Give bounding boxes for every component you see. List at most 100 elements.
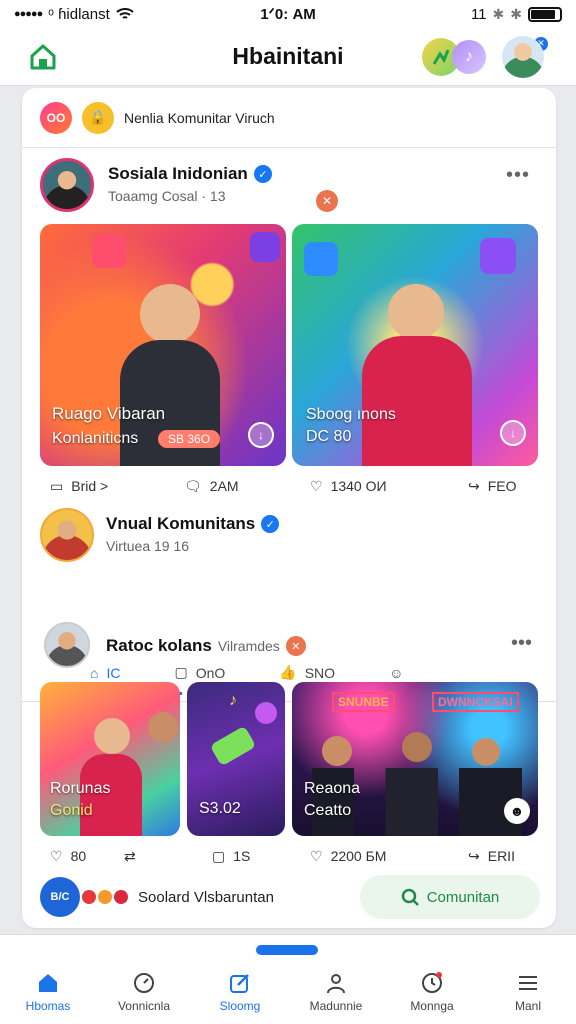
share-icon[interactable]: ↓: [500, 420, 526, 446]
post-image-3[interactable]: SNUNBE DWNNCKSAI Reaona Ceatto ☻: [292, 682, 538, 836]
author-name[interactable]: Sosiala Inidonian: [108, 164, 248, 184]
comment-action[interactable]: ▢ 1S: [212, 848, 250, 865]
person-figure: [388, 284, 444, 340]
verified-icon: ✓: [253, 165, 272, 183]
crowd-figure: [402, 732, 432, 762]
feed-card: OO 🔒 Nenlia Komunitar Viruch Sosiala Ini…: [22, 88, 556, 928]
nav-menu[interactable]: Manl: [480, 971, 576, 1024]
like-count-action[interactable]: ♡ 2200 БМ: [310, 848, 386, 865]
heart-icon: ♡: [310, 477, 323, 494]
red-dot-icon: [114, 890, 128, 904]
app-tile-icon: [250, 232, 280, 262]
lock-icon: 🔒: [82, 101, 114, 134]
post-image-right[interactable]: Sboog ınons DC 80 ↓: [292, 224, 538, 466]
home-icon[interactable]: [28, 42, 58, 72]
author-name[interactable]: Ratoc kolans: [106, 636, 212, 656]
edit-icon: [230, 974, 249, 993]
author-subtitle: Vilramdes: [217, 638, 280, 654]
nav-create[interactable]: Sloomg: [192, 971, 288, 1024]
repost-action[interactable]: ⇄: [124, 848, 136, 865]
community-pill-row[interactable]: OO 🔒 Nenlia Komunitar Viruch: [22, 88, 556, 148]
emoji-icon[interactable]: ☻: [504, 798, 530, 824]
share-arrow-icon: ↪: [468, 477, 480, 494]
community-logo-icon: OO: [40, 101, 72, 134]
more-options-icon[interactable]: •••: [506, 164, 530, 187]
author-avatar[interactable]: [44, 622, 90, 668]
post-image-2[interactable]: ♪ S3.02: [187, 682, 285, 836]
bookmark-action[interactable]: ▭ Brid >: [50, 478, 108, 495]
compass-icon: [134, 973, 154, 993]
red-dot-icon: [82, 890, 96, 904]
post-header: Ratoc kolans Vilramdes ✕ •••: [40, 622, 540, 678]
image-caption: Konlaniticns: [52, 430, 139, 447]
comment-action[interactable]: 🗨 2AM: [184, 478, 239, 495]
app-tile-icon: [480, 238, 516, 274]
nav-home[interactable]: Hbomas: [0, 971, 96, 1024]
post-meta: Toaamg Cosal · 13: [108, 188, 226, 204]
crowd-figure: [322, 736, 352, 766]
app-tile-icon: [255, 702, 277, 724]
more-options-icon[interactable]: •••: [511, 632, 532, 655]
image-caption: Gonid: [50, 802, 93, 819]
scroll-handle[interactable]: [256, 945, 318, 955]
status-right-text: 11: [470, 5, 487, 23]
clock: 1ᐟ0: AM: [260, 6, 316, 23]
community-join-button[interactable]: Comunitan: [360, 875, 540, 919]
community-app-icon[interactable]: B/C: [40, 877, 80, 917]
bluetooth-icon: ✱: [492, 5, 505, 22]
carrier-label: ᵒ ɦidlanst: [48, 5, 110, 23]
clock-icon: [422, 972, 442, 993]
music-icon[interactable]: ♪: [452, 39, 486, 74]
like-action[interactable]: ♡ 1340 ОИ: [310, 478, 387, 495]
app-tile-icon: [209, 725, 257, 767]
person-figure: [94, 718, 130, 754]
like-action[interactable]: ♡ 80: [50, 848, 86, 865]
post-image-left[interactable]: Ruago Vibaran Konlaniticns SB 36O ↓: [40, 224, 286, 466]
neon-sign: SNUNBE: [332, 692, 395, 712]
nav-notifications[interactable]: Monnga: [384, 971, 480, 1024]
home-icon: [39, 974, 57, 992]
post-header: Sosiala Inidonian ✓ Toaamg Cosal · 13 ✕ •…: [22, 148, 556, 218]
person-figure: [148, 712, 178, 742]
post-image-1[interactable]: Rorunas Gonid: [40, 682, 180, 836]
profile-avatar[interactable]: [502, 35, 544, 78]
menu-icon: [519, 976, 537, 990]
status-bar: ●●●●● ᵒ ɦidlanst 1ᐟ0: AM 11 ✱ ✱: [0, 0, 576, 28]
share-action[interactable]: ↪ ERII: [468, 848, 515, 865]
community-pill-label: Nenlia Komunitar Viruch: [124, 109, 275, 126]
image-caption: Ceatto: [304, 802, 352, 819]
share-action[interactable]: ↪ FEO: [468, 478, 517, 495]
nav-profile[interactable]: Madunnie: [288, 971, 384, 1024]
nav-explore[interactable]: Vonnicnla: [96, 971, 192, 1024]
share-icon[interactable]: ↓: [248, 422, 274, 448]
bottom-nav: Hbomas Vonnicnla Sloomg Madunnie Monnga …: [0, 934, 576, 1024]
author-avatar[interactable]: [40, 158, 94, 212]
community-app-icons-strip: [82, 890, 128, 904]
music-icon: ♪: [229, 692, 237, 709]
image-caption: Reaona: [304, 780, 361, 797]
verified-icon: ✓: [261, 515, 280, 533]
community-footer-label: Soolard Vlsbaruntan: [138, 888, 274, 906]
app-tile-icon: [92, 234, 126, 268]
community-footer-row: B/C Soolard Vlsbaruntan Comunitan: [40, 872, 540, 922]
image-caption: Ruago Vibaran: [52, 404, 166, 423]
close-icon[interactable]: ✕: [316, 190, 338, 212]
author-name[interactable]: Vnual Komunitans: [106, 514, 255, 534]
post-header: Vnual Komunitans ✓ Virtuea 19 16: [40, 508, 540, 570]
share-arrow-icon: ↪: [468, 847, 480, 864]
app-header: Hbainitani ♪ ✕: [0, 28, 576, 86]
author-avatar[interactable]: [40, 508, 94, 562]
repost-icon: ⇄: [124, 847, 136, 864]
signal-icon: ●●●●●: [14, 8, 43, 20]
post-meta: Virtuea 19 16: [106, 538, 190, 554]
close-icon[interactable]: ✕: [285, 636, 306, 656]
orange-dot-icon: [98, 890, 112, 904]
bookmark-icon: ▭: [50, 477, 64, 494]
image-caption: Sboog ınons: [306, 406, 396, 423]
post-actions: ▭ Brid > 🗨 2AM ♡ 1340 ОИ ↪ FEO: [22, 474, 556, 498]
bluetooth-icon-2: ✱: [510, 5, 522, 22]
heart-icon: ♡: [50, 847, 63, 864]
image-caption: S3.02: [199, 800, 241, 817]
search-icon: [401, 888, 419, 906]
post-actions: ♡ 80 ⇄ ▢ 1S ♡ 2200 БМ ↪ ERII: [22, 844, 556, 868]
